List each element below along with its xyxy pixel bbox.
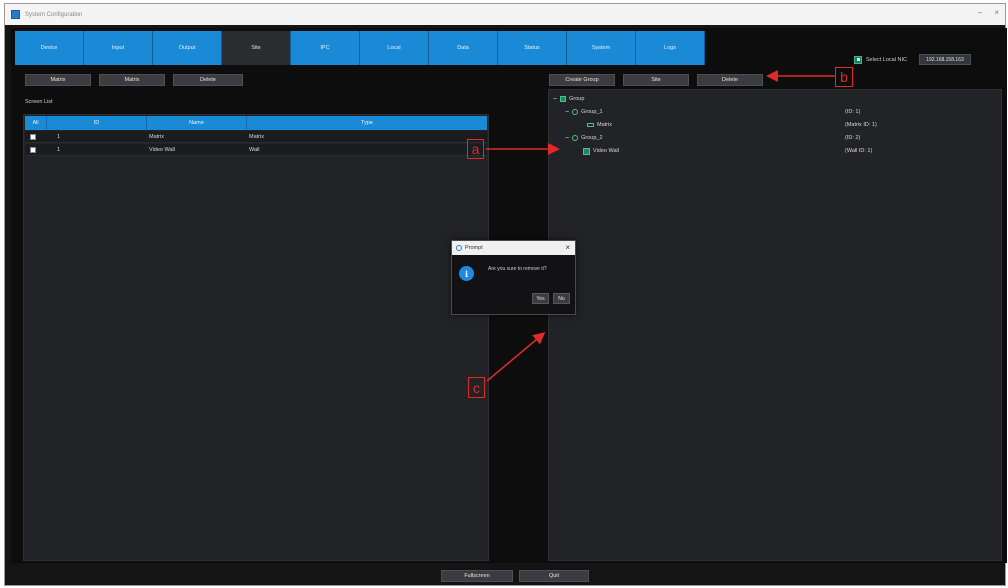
collapse-icon[interactable]: −	[553, 96, 557, 103]
fullscreen-button[interactable]: Fullscreen	[441, 570, 513, 582]
callout-b: b	[835, 67, 853, 87]
row-id: 1	[57, 134, 61, 140]
tree-wall-label: Video Wall	[593, 148, 619, 154]
info-icon: i	[459, 266, 474, 281]
callout-c: c	[468, 377, 485, 398]
screen-list-table: All ID Name Type 1 Matrix Matrix 1 Video…	[23, 114, 489, 561]
local-nic-label: Select Local NIC	[866, 56, 907, 63]
group-tree-panel: − Group − Group_1 (ID: 1) Matrix (Matrix…	[548, 89, 1002, 561]
tab-device[interactable]: Device	[15, 31, 84, 65]
window-controls: – ×	[978, 8, 999, 17]
col-name: Name	[147, 116, 247, 130]
group-icon	[560, 96, 567, 102]
col-id: ID	[47, 116, 147, 130]
col-all[interactable]: All	[25, 116, 47, 130]
tab-system[interactable]: System	[567, 31, 636, 65]
app-window: System Configuration – × Device Input Ou…	[4, 3, 1007, 586]
create-group-button[interactable]: Create Group	[549, 74, 615, 86]
tree-group2-label: Group_2	[581, 135, 603, 141]
app-icon	[11, 10, 20, 19]
group-node-icon	[572, 109, 579, 115]
dialog-message: Are you sure to remove it?	[488, 266, 547, 272]
tree-root-label: Group	[569, 96, 585, 102]
row-checkbox[interactable]	[30, 147, 36, 153]
tree-matrix-row[interactable]: Matrix (Matrix ID: 1)	[549, 119, 1001, 131]
close-icon[interactable]: ×	[565, 243, 570, 252]
video-wall-icon	[583, 147, 590, 155]
row-type: Wall	[249, 147, 260, 153]
local-nic-ip-field[interactable]: 192.168.158.163	[918, 54, 971, 65]
callout-a: a	[467, 139, 484, 159]
delete-group-button[interactable]: Delete	[697, 74, 763, 86]
tab-bar: Device Input Output Site IPC Local Data …	[15, 31, 705, 65]
delete-screen-button[interactable]: Delete	[173, 74, 243, 86]
tab-input[interactable]: Input	[84, 31, 153, 65]
no-button[interactable]: No	[553, 293, 570, 304]
row-name: Matrix	[149, 134, 164, 140]
tree-wall-info: (Wall ID: 1)	[845, 148, 873, 154]
table-row[interactable]: 1 Matrix Matrix	[25, 131, 487, 143]
tree-group1-info: (ID: 1)	[845, 109, 861, 115]
tab-ipc[interactable]: IPC	[291, 31, 360, 65]
tree-matrix-info: (Matrix ID: 1)	[845, 122, 877, 128]
tab-output[interactable]: Output	[153, 31, 222, 65]
matrix-icon	[587, 123, 594, 127]
row-id: 1	[57, 147, 61, 153]
title-bar: System Configuration – ×	[5, 4, 1005, 25]
tree-group2-info: (ID: 2)	[845, 135, 861, 141]
tree-root-row[interactable]: − Group	[549, 93, 1001, 105]
window-title: System Configuration	[25, 11, 83, 18]
collapse-icon[interactable]: −	[565, 109, 569, 116]
local-nic-group: Select Local NIC 192.168.158.163	[854, 54, 971, 65]
group-node-icon	[572, 135, 579, 141]
minimize-icon[interactable]: –	[978, 8, 982, 17]
table-header: All ID Name Type	[25, 116, 487, 130]
tree-wall-row[interactable]: Video Wall (Wall ID: 1)	[549, 145, 1001, 157]
yes-button[interactable]: Yes	[532, 293, 549, 304]
screen-list-title: Screen List	[25, 99, 53, 105]
tree-group2-row[interactable]: − Group_2 (ID: 2)	[549, 132, 1001, 144]
tab-logs[interactable]: Logs	[636, 31, 705, 65]
table-row[interactable]: 1 Video Wall Wall	[25, 144, 487, 156]
quit-button[interactable]: Quit	[519, 570, 589, 582]
dialog-title-bar: Prompt ×	[452, 241, 575, 255]
tab-site[interactable]: Site	[222, 31, 291, 65]
local-nic-checkbox[interactable]	[854, 55, 862, 64]
tree-matrix-label: Matrix	[597, 122, 612, 128]
dialog-title: Prompt	[465, 245, 483, 251]
prompt-icon	[456, 245, 462, 251]
close-window-icon[interactable]: ×	[994, 8, 999, 17]
row-type: Matrix	[249, 134, 264, 140]
prompt-dialog: Prompt × i Are you sure to remove it? Ye…	[451, 240, 576, 315]
matrix-button-2[interactable]: Matrix	[99, 74, 165, 86]
row-checkbox[interactable]	[30, 134, 36, 140]
tab-local[interactable]: Local	[360, 31, 429, 65]
row-name: Video Wall	[149, 147, 175, 153]
tree-group1-label: Group_1	[581, 109, 603, 115]
collapse-icon[interactable]: −	[565, 135, 569, 142]
col-type: Type	[361, 120, 373, 126]
site-button[interactable]: Site	[623, 74, 689, 86]
tree-group1-row[interactable]: − Group_1 (ID: 1)	[549, 106, 1001, 118]
matrix-button-1[interactable]: Matrix	[25, 74, 91, 86]
tab-data[interactable]: Data	[429, 31, 498, 65]
tab-status[interactable]: Status	[498, 31, 567, 65]
